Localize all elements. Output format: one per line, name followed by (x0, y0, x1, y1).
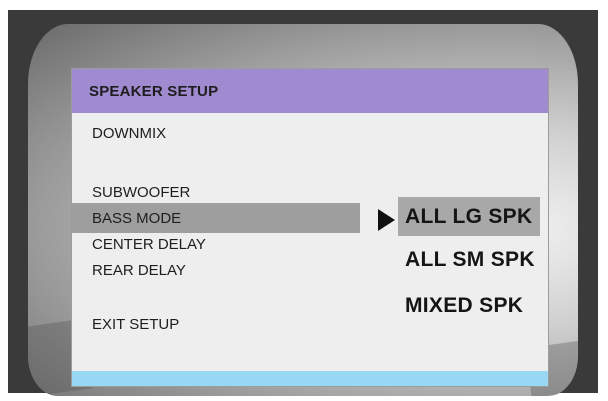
menu-footer-bar (72, 371, 548, 386)
menu-item-downmix[interactable]: DOWNMIX (92, 121, 166, 146)
menu-item-rear-delay[interactable]: REAR DELAY (92, 258, 186, 283)
option-all-lg-spk[interactable]: ALL LG SPK (405, 202, 532, 232)
right-triangle-pointer-icon (378, 209, 395, 231)
menu-item-exit-setup[interactable]: EXIT SETUP (92, 312, 179, 337)
menu-item-subwoofer[interactable]: SUBWOOFER (92, 180, 190, 205)
menu-item-center-delay[interactable]: CENTER DELAY (92, 232, 206, 257)
tv-frame: SPEAKER SETUP DOWNMIX SUBWOOFER BASS MOD… (8, 10, 598, 396)
speaker-setup-menu: SPEAKER SETUP DOWNMIX SUBWOOFER BASS MOD… (71, 68, 549, 387)
menu-title: SPEAKER SETUP (89, 82, 219, 100)
option-mixed-spk[interactable]: MIXED SPK (405, 291, 523, 321)
option-all-sm-spk[interactable]: ALL SM SPK (405, 245, 535, 275)
menu-item-bass-mode[interactable]: BASS MODE (92, 206, 181, 231)
menu-header: SPEAKER SETUP (72, 69, 548, 113)
